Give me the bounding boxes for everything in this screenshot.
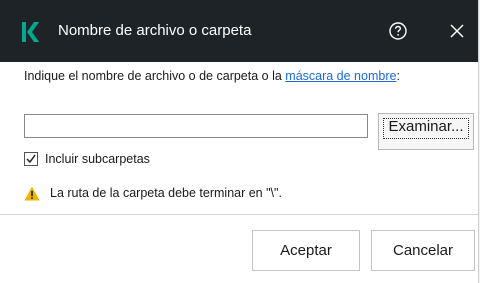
checkmark-icon: [26, 154, 36, 164]
title-bar: Nombre de archivo o carpeta: [0, 0, 478, 62]
instruction-text: Indique el nombre de archivo o de carpet…: [24, 69, 464, 84]
kaspersky-logo-icon: [22, 22, 40, 42]
dialog-title: Nombre de archivo o carpeta: [58, 22, 252, 39]
instruction-prefix: Indique el nombre de archivo o de carpet…: [24, 69, 286, 83]
path-input[interactable]: [24, 114, 368, 138]
include-subfolders-option[interactable]: Incluir subcarpetas: [24, 150, 150, 168]
warning-text: La ruta de la carpeta debe terminar en "…: [50, 186, 282, 200]
instruction-suffix: :: [396, 69, 400, 83]
browse-button[interactable]: Examinar...: [378, 113, 474, 150]
cancel-button[interactable]: Cancelar: [371, 230, 475, 271]
footer-divider: [0, 214, 478, 215]
include-subfolders-label: Incluir subcarpetas: [45, 152, 150, 166]
help-icon[interactable]: [388, 21, 408, 41]
warning-triangle-icon: [24, 186, 40, 201]
name-mask-link[interactable]: máscara de nombre: [285, 69, 396, 83]
close-icon[interactable]: [446, 20, 468, 42]
browse-button-label: Examinar...: [388, 118, 464, 135]
include-subfolders-checkbox[interactable]: [24, 152, 38, 166]
ok-button[interactable]: Aceptar: [252, 230, 360, 271]
dialog-window: Nombre de archivo o carpeta Indique el n…: [0, 0, 479, 283]
warning-message: La ruta de la carpeta debe terminar en "…: [24, 184, 282, 202]
